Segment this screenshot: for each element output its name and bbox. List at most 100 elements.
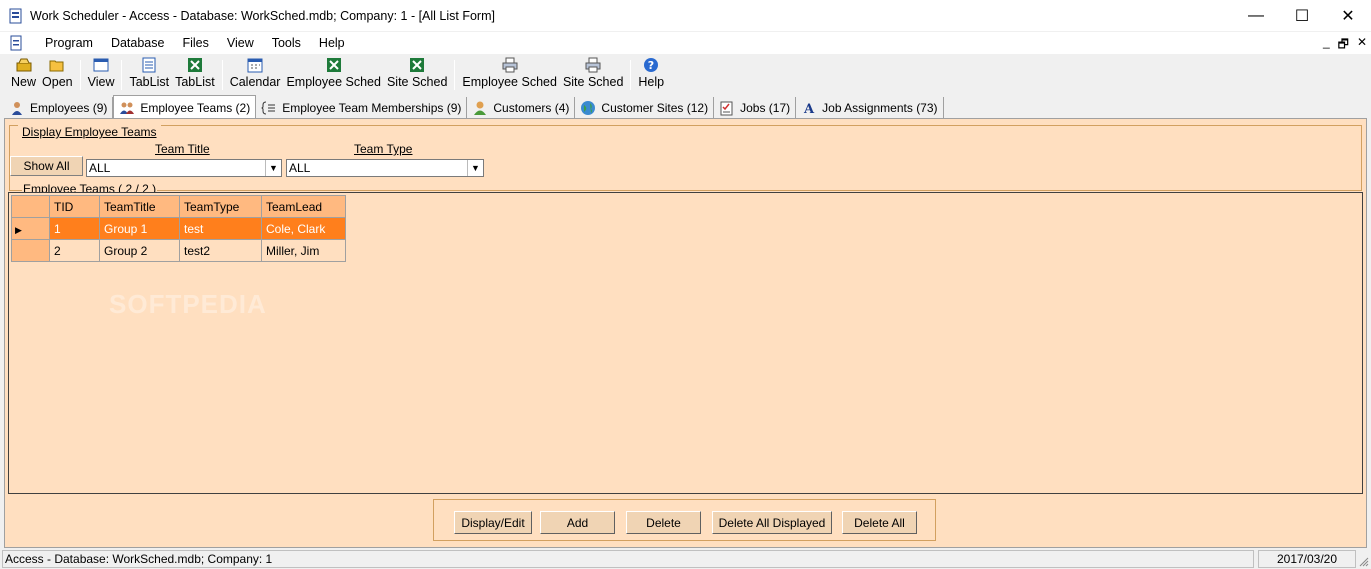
print-icon <box>585 57 601 73</box>
open-button[interactable]: Open <box>39 57 76 93</box>
watermark: SOFTPEDIA <box>109 289 267 319</box>
menu-database[interactable]: Database <box>102 36 174 50</box>
close-button[interactable]: ✕ <box>1325 0 1371 31</box>
toolbar-separator <box>79 60 81 90</box>
table-cell[interactable]: Cole, Clark <box>261 217 346 240</box>
view-button[interactable]: View <box>85 57 118 93</box>
site-sched-print-button[interactable]: Site Sched <box>560 57 626 93</box>
delete-all-button[interactable]: Delete All <box>842 511 917 534</box>
maximize-button[interactable]: ☐ <box>1279 0 1325 31</box>
calendar-icon <box>247 58 263 73</box>
toolbar-separator <box>221 60 223 90</box>
window-title: Work Scheduler - Access - Database: Work… <box>30 8 495 23</box>
tablist-button[interactable]: TabList <box>126 57 172 93</box>
excel-icon <box>187 58 202 72</box>
team-type-label: Team Type <box>354 142 413 156</box>
table-cell[interactable]: Group 2 <box>99 239 180 262</box>
title-bar: Work Scheduler - Access - Database: Work… <box>0 0 1371 31</box>
delete-button[interactable]: Delete <box>626 511 701 534</box>
assignment-icon: A <box>803 102 815 116</box>
column-header-teamlead[interactable]: TeamLead <box>261 195 346 218</box>
team-title-value: ALL <box>89 161 111 175</box>
show-all-button[interactable]: Show All <box>10 156 83 176</box>
toolbar-separator <box>121 60 123 90</box>
team-icon <box>120 102 135 114</box>
new-folder-icon <box>16 58 31 72</box>
tab-content-employee-teams: Display Employee Teams Team Title Team T… <box>4 118 1367 548</box>
tab-customers[interactable]: Customers (4) <box>467 97 576 119</box>
menu-tools[interactable]: Tools <box>263 36 310 50</box>
menu-program[interactable]: Program <box>36 36 102 50</box>
mdi-restore-button[interactable]: 🗗 <box>1338 35 1349 56</box>
table-row[interactable]: ▶ 1 Group 1 test Cole, Clark <box>11 217 346 240</box>
mdi-minimize-button[interactable]: _ <box>1323 35 1330 56</box>
person-icon <box>12 102 22 115</box>
filter-group: Display Employee Teams Team Title Team T… <box>9 125 1362 196</box>
resize-grip-icon[interactable] <box>1359 557 1369 567</box>
customer-icon <box>474 101 487 115</box>
table-cell[interactable]: Group 1 <box>99 217 180 240</box>
tab-employee-teams[interactable]: Employee Teams (2) <box>113 95 257 119</box>
current-row-arrow-icon: ▶ <box>15 224 22 235</box>
status-bar: Access - Database: WorkSched.mdb; Compan… <box>0 549 1371 569</box>
tablist-excel-button[interactable]: TabList <box>172 57 218 93</box>
status-date: 2017/03/20 <box>1258 550 1356 568</box>
menu-help[interactable]: Help <box>310 36 354 50</box>
table-cell[interactable]: Miller, Jim <box>261 239 346 262</box>
chevron-down-icon[interactable]: ▼ <box>467 160 483 176</box>
menu-files[interactable]: Files <box>173 36 217 50</box>
display-edit-button[interactable]: Display/Edit <box>454 511 532 534</box>
column-header-teamtype[interactable]: TeamType <box>179 195 262 218</box>
help-icon: ? <box>644 58 659 72</box>
svg-text:A: A <box>803 102 815 116</box>
view-window-icon <box>93 58 109 72</box>
team-title-select[interactable]: ALL ▼ <box>86 159 282 177</box>
site-sched-excel-button[interactable]: Site Sched <box>384 57 450 93</box>
tab-jobs[interactable]: Jobs (17) <box>714 97 797 119</box>
tab-employees[interactable]: Employees (9) <box>4 97 114 119</box>
tab-strip: Employees (9) Employee Teams (2) Employe… <box>4 95 944 119</box>
svg-text:?: ? <box>648 59 654 72</box>
document-icon <box>10 35 22 51</box>
toolbar: New Open View TabList TabList Calendar E… <box>0 55 1371 93</box>
open-folder-icon <box>49 60 64 72</box>
toolbar-separator <box>454 60 456 90</box>
membership-icon <box>261 101 276 115</box>
column-header-teamtitle[interactable]: TeamTitle <box>99 195 180 218</box>
table-cell[interactable]: 2 <box>49 239 100 262</box>
new-button[interactable]: New <box>8 57 39 93</box>
toolbar-separator <box>630 60 632 90</box>
globe-icon <box>581 101 596 115</box>
help-button[interactable]: ? Help <box>635 57 667 93</box>
team-type-select[interactable]: ALL ▼ <box>286 159 484 177</box>
table-row[interactable]: 2 Group 2 test2 Miller, Jim <box>11 239 346 262</box>
status-database: Access - Database: WorkSched.mdb; Compan… <box>2 550 1254 568</box>
tab-customer-sites[interactable]: Customer Sites (12) <box>575 97 715 119</box>
table-cell[interactable]: test <box>179 217 262 240</box>
row-selector[interactable]: ▶ <box>11 217 50 240</box>
add-button[interactable]: Add <box>540 511 615 534</box>
row-selector[interactable] <box>11 239 50 262</box>
excel-icon <box>326 58 341 72</box>
tab-employee-team-memberships[interactable]: Employee Team Memberships (9) <box>256 97 468 119</box>
employee-teams-table: TID TeamTitle TeamType TeamLead ▶ 1 Grou… <box>11 195 346 262</box>
employee-sched-excel-button[interactable]: Employee Sched <box>283 57 384 93</box>
minimize-button[interactable]: — <box>1233 0 1279 31</box>
menu-bar: Program Database Files View Tools Help _… <box>0 32 1371 54</box>
mdi-close-button[interactable]: ✕ <box>1357 35 1367 56</box>
filter-group-title: Display Employee Teams <box>18 125 161 139</box>
action-button-group: Display/Edit Add Delete Delete All Displ… <box>433 499 936 541</box>
menu-view[interactable]: View <box>218 36 263 50</box>
chevron-down-icon[interactable]: ▼ <box>265 160 281 176</box>
tab-job-assignments[interactable]: A Job Assignments (73) <box>796 97 944 119</box>
tablist-icon <box>142 57 156 73</box>
table-cell[interactable]: test2 <box>179 239 262 262</box>
table-header-row: TID TeamTitle TeamType TeamLead <box>11 195 346 218</box>
calendar-button[interactable]: Calendar <box>227 57 284 93</box>
table-cell[interactable]: 1 <box>49 217 100 240</box>
app-icon <box>9 8 22 23</box>
delete-all-displayed-button[interactable]: Delete All Displayed <box>712 511 832 534</box>
data-grid[interactable]: TID TeamTitle TeamType TeamLead ▶ 1 Grou… <box>8 192 1363 494</box>
employee-sched-print-button[interactable]: Employee Sched <box>459 57 560 93</box>
column-header-tid[interactable]: TID <box>49 195 100 218</box>
